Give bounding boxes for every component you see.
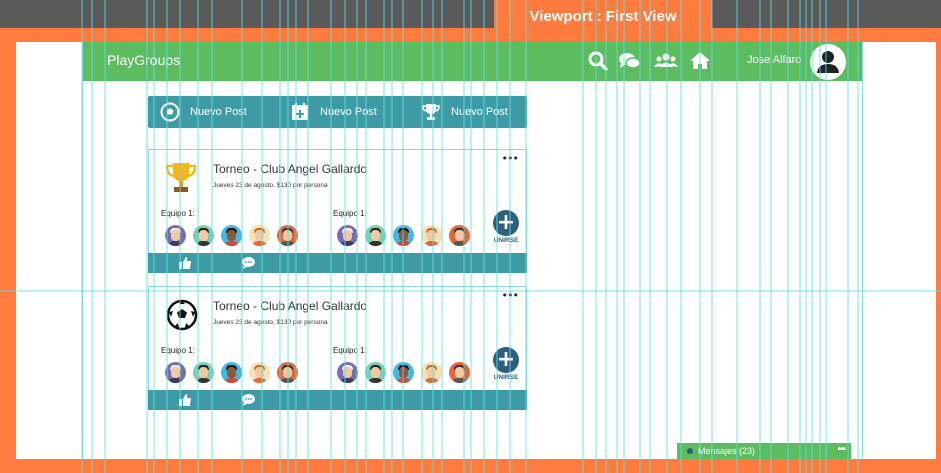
- team-members: [337, 225, 470, 246]
- team-label: Equipo 1:: [333, 346, 367, 355]
- team-members: [165, 362, 298, 383]
- post-subtitle: Jueves 23 de agosto, $130 por persona: [213, 182, 328, 189]
- member-avatar[interactable]: [221, 225, 242, 246]
- trophy-icon: [422, 104, 440, 120]
- online-status-icon: [687, 448, 693, 454]
- more-options-icon[interactable]: •••: [837, 444, 845, 455]
- search-icon[interactable]: [586, 50, 610, 72]
- member-avatar[interactable]: [449, 362, 470, 383]
- member-avatar[interactable]: [277, 225, 298, 246]
- soccer-ball-icon: [166, 299, 198, 331]
- messages-bar[interactable]: Mensajes (23) •••: [677, 443, 851, 459]
- top-navbar: PlayGroups Jose Alfaro: [83, 42, 862, 81]
- new-post-tournament-button[interactable]: Nuevo Post: [421, 96, 508, 128]
- member-avatar[interactable]: [277, 362, 298, 383]
- member-avatar[interactable]: [221, 362, 242, 383]
- member-avatar[interactable]: [193, 362, 214, 383]
- post-actions-bar: [148, 253, 527, 273]
- member-avatar[interactable]: [249, 225, 270, 246]
- post-card: Torneo - Club Angel Gallardo Jueves 23 d…: [148, 149, 527, 273]
- comment-icon[interactable]: [241, 393, 256, 407]
- new-post-label: Nuevo Post: [190, 106, 247, 118]
- team-label: Equipo 1:: [333, 209, 367, 218]
- viewport-bottom-strip: [16, 459, 936, 473]
- member-avatar[interactable]: [421, 362, 442, 383]
- team-members: [337, 362, 470, 383]
- user-name[interactable]: Jose Alfaro: [747, 54, 801, 66]
- viewport-label: Viewport : First View: [494, 0, 712, 30]
- join-label: UNIRSE: [493, 374, 519, 381]
- member-avatar[interactable]: [393, 362, 414, 383]
- member-avatar[interactable]: [365, 225, 386, 246]
- join-button[interactable]: + UNIRSE: [492, 210, 520, 246]
- user-silhouette-icon: [817, 51, 839, 73]
- member-avatar[interactable]: [421, 225, 442, 246]
- member-avatar[interactable]: [365, 362, 386, 383]
- member-avatar[interactable]: [165, 225, 186, 246]
- home-icon[interactable]: [688, 50, 712, 72]
- member-avatar[interactable]: [249, 362, 270, 383]
- chat-icon[interactable]: [618, 50, 642, 72]
- brand-logo[interactable]: PlayGroups: [107, 52, 180, 68]
- more-options-icon[interactable]: •••: [502, 152, 519, 165]
- member-avatar[interactable]: [337, 225, 358, 246]
- like-icon[interactable]: [178, 393, 192, 407]
- app-window: PlayGroups Jose Alfaro Nuevo Post Nuevo …: [82, 42, 863, 459]
- new-post-soccer-button[interactable]: Nuevo Post: [160, 96, 247, 128]
- member-avatar[interactable]: [193, 225, 214, 246]
- team-label: Equipo 1:: [161, 209, 195, 218]
- soccer-ball-icon: [160, 102, 180, 122]
- user-avatar[interactable]: [810, 44, 846, 80]
- post-subtitle: Jueves 23 de agosto, $130 por persona: [213, 319, 328, 326]
- join-button[interactable]: + UNIRSE: [492, 347, 520, 383]
- team-members: [165, 225, 298, 246]
- group-icon[interactable]: [654, 50, 678, 72]
- post-title: Torneo - Club Angel Gallardo: [213, 162, 368, 176]
- member-avatar[interactable]: [449, 225, 470, 246]
- new-post-label: Nuevo Post: [320, 106, 377, 118]
- plus-icon: +: [493, 210, 519, 236]
- more-options-icon[interactable]: •••: [502, 289, 519, 302]
- post-actions-bar: [148, 390, 527, 410]
- like-icon[interactable]: [178, 256, 192, 270]
- new-post-label: Nuevo Post: [451, 106, 508, 118]
- team-label: Equipo 1:: [161, 346, 195, 355]
- post-title: Torneo - Club Angel Gallardo: [213, 299, 368, 313]
- member-avatar[interactable]: [337, 362, 358, 383]
- trophy-icon: [165, 163, 197, 192]
- comment-icon[interactable]: [241, 256, 256, 270]
- new-post-bar: Nuevo Post Nuevo Post Nuevo Post: [148, 96, 527, 128]
- join-label: UNIRSE: [493, 237, 519, 244]
- member-avatar[interactable]: [165, 362, 186, 383]
- member-avatar[interactable]: [393, 225, 414, 246]
- plus-icon: +: [493, 347, 519, 373]
- post-card: Torneo - Club Angel Gallardo Jueves 23 d…: [148, 286, 527, 410]
- calendar-plus-icon: [292, 103, 308, 120]
- new-post-event-button[interactable]: Nuevo Post: [290, 96, 377, 128]
- messages-label: Mensajes (23): [698, 446, 756, 456]
